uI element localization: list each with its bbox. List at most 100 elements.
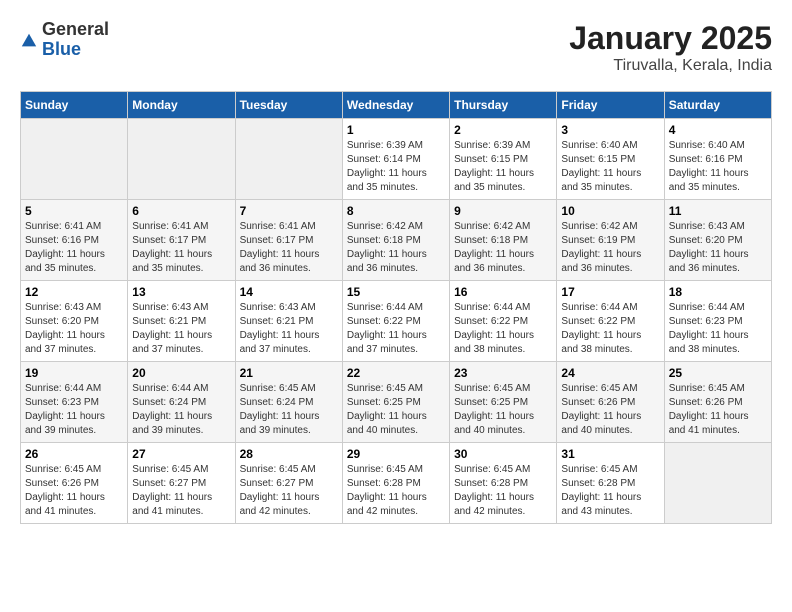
day-info: Sunrise: 6:44 AM Sunset: 6:22 PM Dayligh… <box>347 301 445 357</box>
calendar-week-row: 12 Sunrise: 6:43 AM Sunset: 6:20 PM Dayli… <box>21 281 772 362</box>
day-number: 5 <box>25 204 123 218</box>
day-number: 6 <box>132 204 230 218</box>
day-number: 17 <box>561 285 659 299</box>
calendar-cell: 4 Sunrise: 6:40 AM Sunset: 6:16 PM Daylig… <box>664 119 771 200</box>
day-info: Sunrise: 6:44 AM Sunset: 6:23 PM Dayligh… <box>669 301 767 357</box>
calendar-cell: 9 Sunrise: 6:42 AM Sunset: 6:18 PM Daylig… <box>450 200 557 281</box>
day-number: 31 <box>561 447 659 461</box>
calendar-cell: 15 Sunrise: 6:44 AM Sunset: 6:22 PM Dayli… <box>342 281 449 362</box>
day-number: 14 <box>240 285 338 299</box>
day-number: 15 <box>347 285 445 299</box>
page-header: General Blue January 2025 Tiruvalla, Ker… <box>20 20 772 75</box>
day-number: 12 <box>25 285 123 299</box>
day-info: Sunrise: 6:45 AM Sunset: 6:28 PM Dayligh… <box>347 463 445 519</box>
calendar-cell: 31 Sunrise: 6:45 AM Sunset: 6:28 PM Dayli… <box>557 443 664 524</box>
day-info: Sunrise: 6:42 AM Sunset: 6:18 PM Dayligh… <box>347 220 445 276</box>
calendar-cell: 14 Sunrise: 6:43 AM Sunset: 6:21 PM Dayli… <box>235 281 342 362</box>
calendar-week-row: 26Sunrise: 6:45 AM Sunset: 6:26 PM Dayli… <box>21 443 772 524</box>
calendar-cell: 23 Sunrise: 6:45 AM Sunset: 6:25 PM Dayli… <box>450 362 557 443</box>
day-info: Sunrise: 6:42 AM Sunset: 6:19 PM Dayligh… <box>561 220 659 276</box>
day-number: 22 <box>347 366 445 380</box>
calendar-cell: 1Sunrise: 6:39 AM Sunset: 6:14 PM Daylig… <box>342 119 449 200</box>
day-info: Sunrise: 6:45 AM Sunset: 6:28 PM Dayligh… <box>561 463 659 519</box>
calendar-week-row: 1Sunrise: 6:39 AM Sunset: 6:14 PM Daylig… <box>21 119 772 200</box>
day-info: Sunrise: 6:45 AM Sunset: 6:27 PM Dayligh… <box>240 463 338 519</box>
day-info: Sunrise: 6:44 AM Sunset: 6:22 PM Dayligh… <box>561 301 659 357</box>
calendar-cell: 24Sunrise: 6:45 AM Sunset: 6:26 PM Dayli… <box>557 362 664 443</box>
day-number: 3 <box>561 123 659 137</box>
day-number: 8 <box>347 204 445 218</box>
weekday-header: Monday <box>128 92 235 119</box>
day-number: 29 <box>347 447 445 461</box>
day-info: Sunrise: 6:41 AM Sunset: 6:17 PM Dayligh… <box>240 220 338 276</box>
logo-general: General <box>42 20 109 40</box>
weekday-header: Saturday <box>664 92 771 119</box>
calendar-header: SundayMondayTuesdayWednesdayThursdayFrid… <box>21 92 772 119</box>
calendar-cell <box>664 443 771 524</box>
calendar-cell: 13 Sunrise: 6:43 AM Sunset: 6:21 PM Dayli… <box>128 281 235 362</box>
day-number: 23 <box>454 366 552 380</box>
day-number: 13 <box>132 285 230 299</box>
logo-text: General Blue <box>42 20 109 60</box>
weekday-header: Sunday <box>21 92 128 119</box>
day-info: Sunrise: 6:45 AM Sunset: 6:28 PM Dayligh… <box>454 463 552 519</box>
day-info: Sunrise: 6:39 AM Sunset: 6:15 PM Dayligh… <box>454 139 552 195</box>
calendar-cell: 2Sunrise: 6:39 AM Sunset: 6:15 PM Daylig… <box>450 119 557 200</box>
calendar-table: SundayMondayTuesdayWednesdayThursdayFrid… <box>20 91 772 524</box>
calendar-cell: 21 Sunrise: 6:45 AM Sunset: 6:24 PM Dayli… <box>235 362 342 443</box>
day-info: Sunrise: 6:43 AM Sunset: 6:21 PM Dayligh… <box>240 301 338 357</box>
day-info: Sunrise: 6:44 AM Sunset: 6:24 PM Dayligh… <box>132 382 230 438</box>
day-info: Sunrise: 6:40 AM Sunset: 6:15 PM Dayligh… <box>561 139 659 195</box>
day-number: 9 <box>454 204 552 218</box>
calendar-cell: 29 Sunrise: 6:45 AM Sunset: 6:28 PM Dayli… <box>342 443 449 524</box>
day-info: Sunrise: 6:41 AM Sunset: 6:17 PM Dayligh… <box>132 220 230 276</box>
calendar-cell: 12 Sunrise: 6:43 AM Sunset: 6:20 PM Dayli… <box>21 281 128 362</box>
day-number: 28 <box>240 447 338 461</box>
day-info: Sunrise: 6:43 AM Sunset: 6:20 PM Dayligh… <box>25 301 123 357</box>
weekday-header: Thursday <box>450 92 557 119</box>
day-info: Sunrise: 6:45 AM Sunset: 6:25 PM Dayligh… <box>347 382 445 438</box>
calendar-cell: 25Sunrise: 6:45 AM Sunset: 6:26 PM Dayli… <box>664 362 771 443</box>
calendar-cell: 10Sunrise: 6:42 AM Sunset: 6:19 PM Dayli… <box>557 200 664 281</box>
day-info: Sunrise: 6:44 AM Sunset: 6:22 PM Dayligh… <box>454 301 552 357</box>
calendar-cell: 11 Sunrise: 6:43 AM Sunset: 6:20 PM Dayli… <box>664 200 771 281</box>
page-title: January 2025 <box>569 20 772 57</box>
day-number: 24 <box>561 366 659 380</box>
calendar-cell: 27Sunrise: 6:45 AM Sunset: 6:27 PM Dayli… <box>128 443 235 524</box>
day-info: Sunrise: 6:44 AM Sunset: 6:23 PM Dayligh… <box>25 382 123 438</box>
day-info: Sunrise: 6:41 AM Sunset: 6:16 PM Dayligh… <box>25 220 123 276</box>
day-info: Sunrise: 6:43 AM Sunset: 6:21 PM Dayligh… <box>132 301 230 357</box>
day-info: Sunrise: 6:45 AM Sunset: 6:24 PM Dayligh… <box>240 382 338 438</box>
calendar-cell: 26Sunrise: 6:45 AM Sunset: 6:26 PM Dayli… <box>21 443 128 524</box>
day-info: Sunrise: 6:45 AM Sunset: 6:25 PM Dayligh… <box>454 382 552 438</box>
calendar-cell: 3 Sunrise: 6:40 AM Sunset: 6:15 PM Daylig… <box>557 119 664 200</box>
day-number: 19 <box>25 366 123 380</box>
day-number: 18 <box>669 285 767 299</box>
day-number: 21 <box>240 366 338 380</box>
weekday-row: SundayMondayTuesdayWednesdayThursdayFrid… <box>21 92 772 119</box>
calendar-week-row: 5 Sunrise: 6:41 AM Sunset: 6:16 PM Daylig… <box>21 200 772 281</box>
calendar-cell <box>235 119 342 200</box>
day-info: Sunrise: 6:43 AM Sunset: 6:20 PM Dayligh… <box>669 220 767 276</box>
calendar-cell: 18 Sunrise: 6:44 AM Sunset: 6:23 PM Dayli… <box>664 281 771 362</box>
logo: General Blue <box>20 20 109 60</box>
weekday-header: Wednesday <box>342 92 449 119</box>
day-number: 4 <box>669 123 767 137</box>
calendar-week-row: 19 Sunrise: 6:44 AM Sunset: 6:23 PM Dayli… <box>21 362 772 443</box>
page-subtitle: Tiruvalla, Kerala, India <box>569 57 772 75</box>
logo-blue: Blue <box>42 40 109 60</box>
calendar-cell: 22 Sunrise: 6:45 AM Sunset: 6:25 PM Dayli… <box>342 362 449 443</box>
day-number: 16 <box>454 285 552 299</box>
calendar-cell <box>128 119 235 200</box>
calendar-body: 1Sunrise: 6:39 AM Sunset: 6:14 PM Daylig… <box>21 119 772 524</box>
day-number: 27 <box>132 447 230 461</box>
calendar-cell: 8 Sunrise: 6:42 AM Sunset: 6:18 PM Daylig… <box>342 200 449 281</box>
title-block: January 2025 Tiruvalla, Kerala, India <box>569 20 772 75</box>
day-number: 11 <box>669 204 767 218</box>
day-info: Sunrise: 6:40 AM Sunset: 6:16 PM Dayligh… <box>669 139 767 195</box>
day-info: Sunrise: 6:45 AM Sunset: 6:26 PM Dayligh… <box>669 382 767 438</box>
day-info: Sunrise: 6:42 AM Sunset: 6:18 PM Dayligh… <box>454 220 552 276</box>
calendar-cell: 19 Sunrise: 6:44 AM Sunset: 6:23 PM Dayli… <box>21 362 128 443</box>
weekday-header: Friday <box>557 92 664 119</box>
day-number: 20 <box>132 366 230 380</box>
